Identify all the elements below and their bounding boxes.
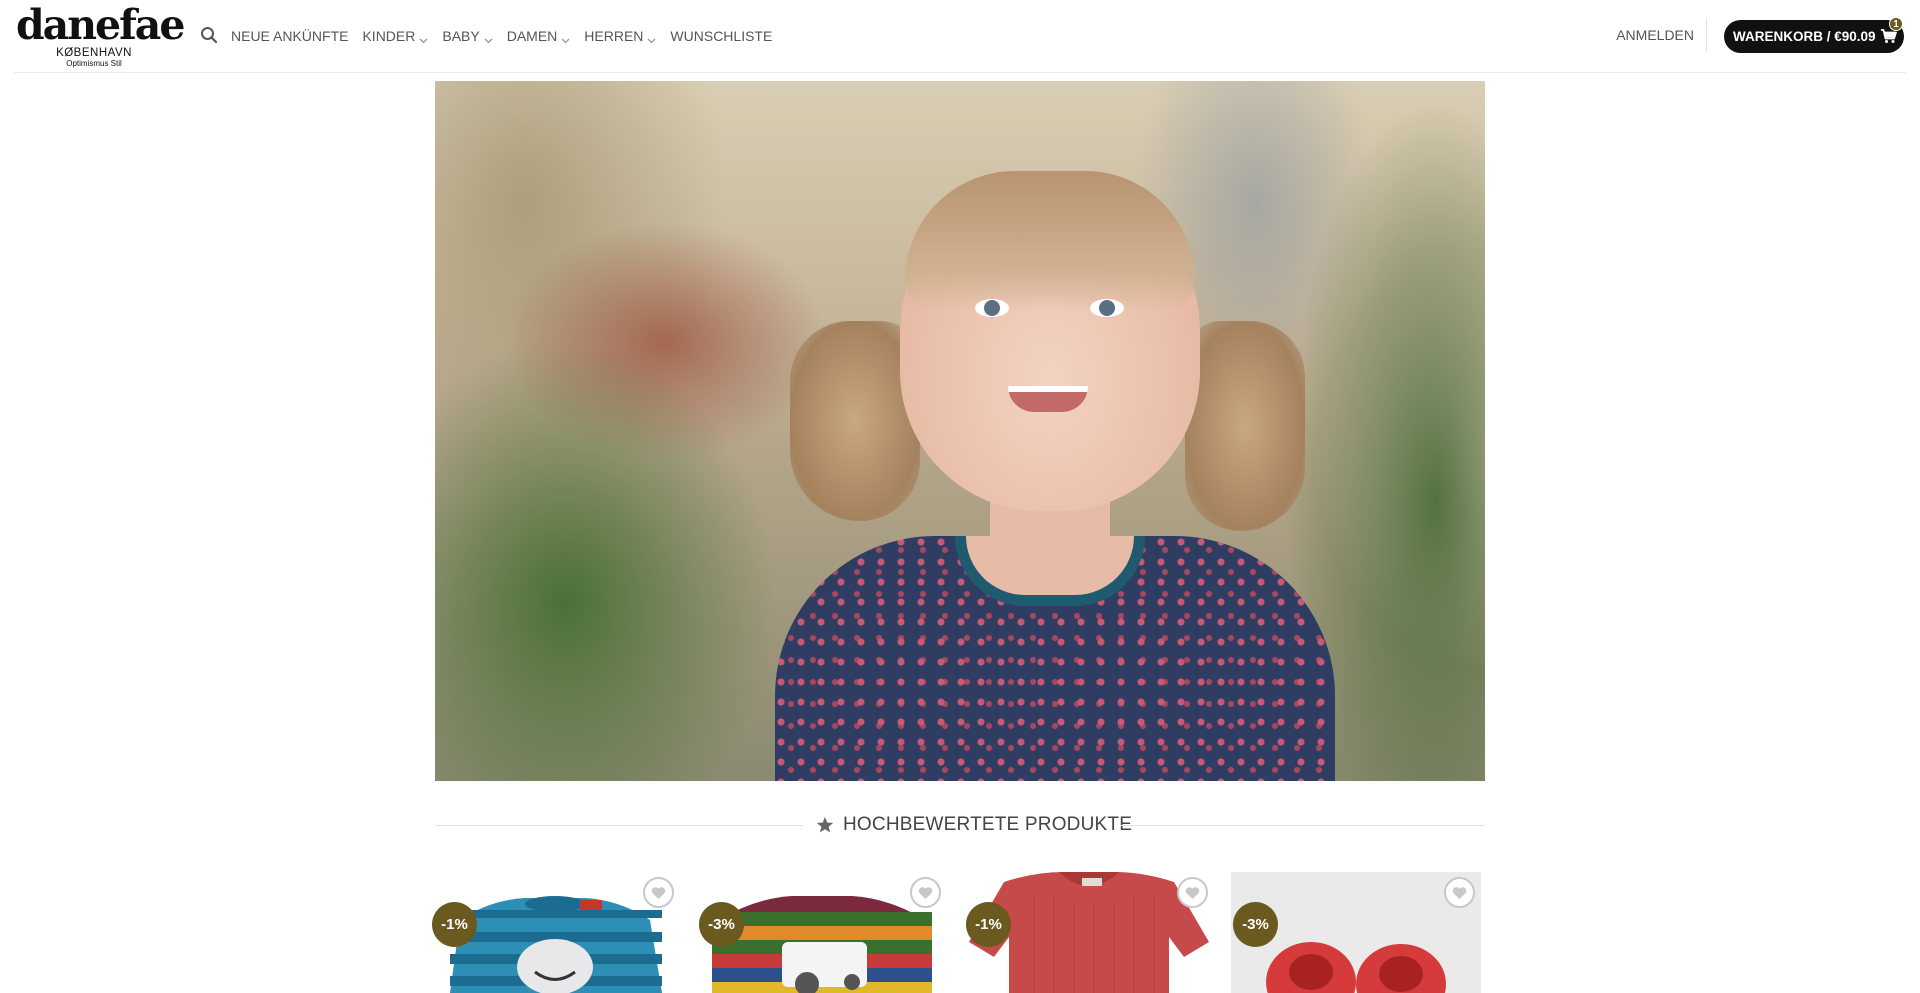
cart-label: WARENKORB / €90.09 bbox=[1733, 29, 1876, 44]
login-link[interactable]: ANMELDEN bbox=[1616, 27, 1694, 43]
nav-item-label: KINDER bbox=[362, 28, 416, 44]
site-header: danefae KØBENHAVN Optimismus Stil NEUE A… bbox=[0, 0, 1920, 73]
header-divider bbox=[1706, 18, 1707, 52]
nav-item-wishlist[interactable]: WUNSCHLISTE bbox=[670, 28, 772, 44]
product-grid: -1% -3% -1% -3% bbox=[430, 872, 1490, 993]
section-line-left bbox=[435, 825, 803, 826]
nav-item-women[interactable]: DAMEN bbox=[507, 28, 571, 44]
search-icon[interactable] bbox=[200, 26, 218, 44]
section-header: HOCHBEWERTETE PRODUKTE bbox=[435, 814, 1485, 838]
nav-item-label: HERREN bbox=[584, 28, 644, 44]
section-title: HOCHBEWERTETE PRODUKTE bbox=[816, 814, 1132, 836]
discount-badge: -1% bbox=[432, 902, 477, 947]
nav-item-baby[interactable]: BABY bbox=[442, 28, 493, 44]
chevron-down-icon bbox=[484, 32, 493, 43]
chevron-down-icon bbox=[561, 32, 570, 43]
logo-brand: danefae bbox=[16, 1, 185, 49]
heart-icon[interactable] bbox=[643, 877, 674, 908]
heart-icon[interactable] bbox=[910, 877, 941, 908]
heart-icon[interactable] bbox=[1444, 877, 1475, 908]
cart-count-badge: 1 bbox=[1889, 17, 1903, 31]
nav-item-label: DAMEN bbox=[506, 28, 558, 44]
nav-item-label: BABY bbox=[442, 28, 480, 44]
hero-eye-left bbox=[975, 299, 1009, 317]
discount-badge: -3% bbox=[1233, 902, 1278, 947]
header-bottom-border bbox=[14, 72, 1906, 73]
hero-hair-right bbox=[1185, 321, 1305, 531]
product-card[interactable]: -3% bbox=[1231, 872, 1481, 993]
discount-badge: -1% bbox=[966, 902, 1011, 947]
heart-icon[interactable] bbox=[1177, 877, 1208, 908]
logo-tagline: Optimismus Stil bbox=[66, 59, 122, 68]
main-nav: NEUE ANKÜNFTE KINDER BABY DAMEN HERREN W… bbox=[231, 26, 786, 46]
chevron-down-icon bbox=[419, 32, 428, 43]
nav-item-new-arrivals[interactable]: NEUE ANKÜNFTE bbox=[231, 28, 348, 44]
nav-item-men[interactable]: HERREN bbox=[584, 28, 656, 44]
logo[interactable]: danefae KØBENHAVN Optimismus Stil bbox=[16, 1, 185, 68]
nav-item-label: WUNSCHLISTE bbox=[670, 28, 773, 44]
discount-badge: -3% bbox=[699, 902, 744, 947]
cart-button[interactable]: WARENKORB / €90.09 1 bbox=[1724, 17, 1904, 53]
product-card[interactable]: -1% bbox=[964, 872, 1214, 993]
hero-eye-right bbox=[1090, 299, 1124, 317]
product-card[interactable]: -3% bbox=[697, 872, 947, 993]
section-title-text: HOCHBEWERTETE PRODUKTE bbox=[843, 814, 1133, 835]
product-card[interactable]: -1% bbox=[430, 872, 680, 993]
section-line-right bbox=[1120, 825, 1485, 826]
star-icon bbox=[816, 816, 834, 834]
nav-item-label: NEUE ANKÜNFTE bbox=[231, 28, 349, 44]
chevron-down-icon bbox=[647, 32, 656, 43]
hero-image[interactable] bbox=[435, 81, 1485, 781]
nav-item-kids[interactable]: KINDER bbox=[362, 28, 428, 44]
